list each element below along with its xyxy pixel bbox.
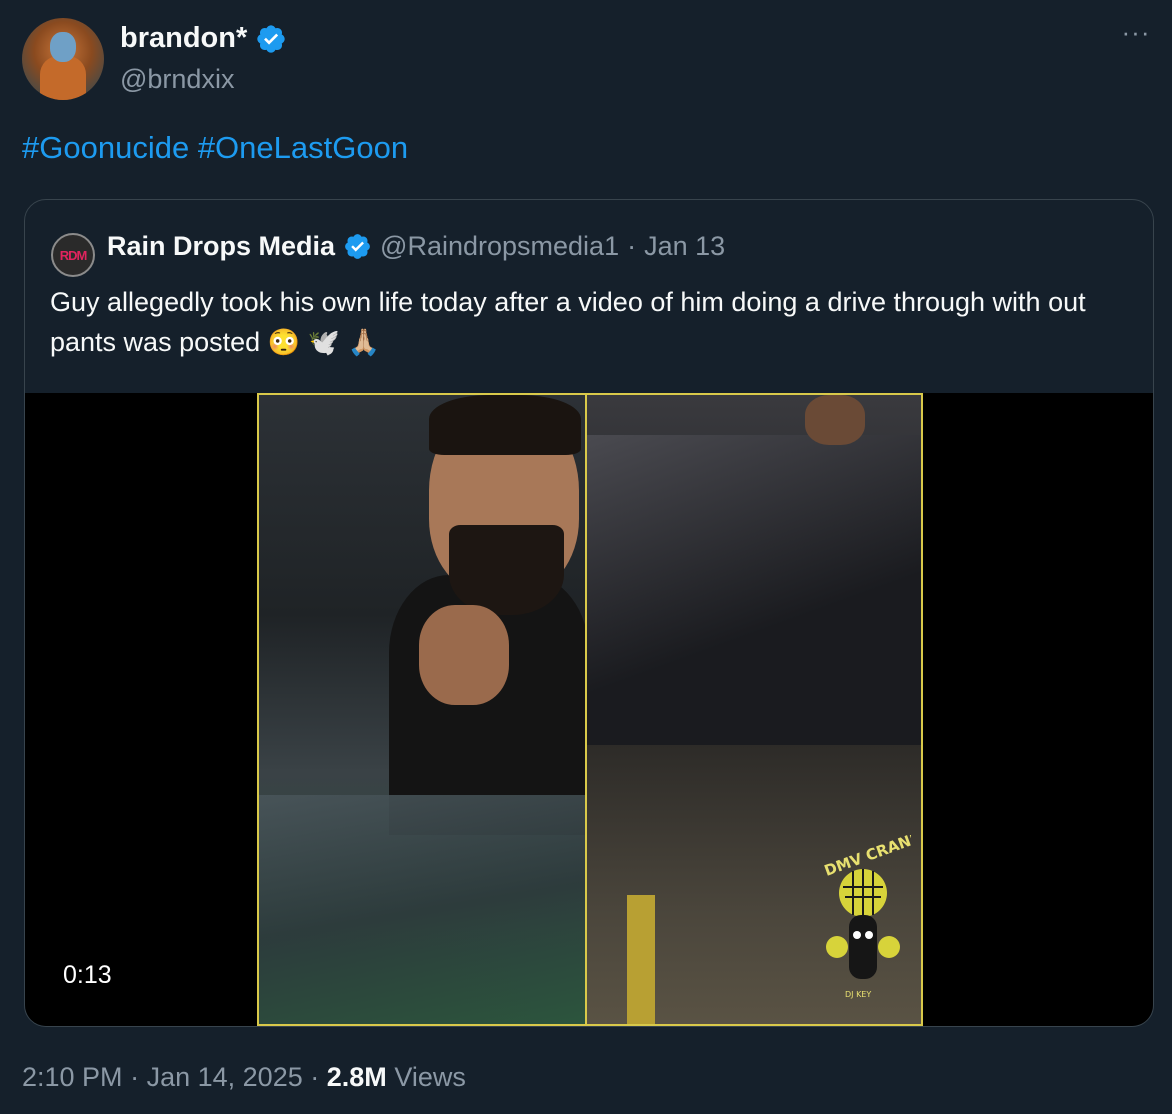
quote-header: Rain Drops Media @Raindropsmedia1 · Jan … xyxy=(107,231,725,262)
dove-emoji: 🕊️ xyxy=(307,327,340,357)
author-name-row[interactable]: brandon* xyxy=(120,22,287,55)
person-hand xyxy=(419,605,509,705)
tweet-text: #Goonucide #OneLastGoon xyxy=(22,130,408,166)
tweet-date[interactable]: Jan 14, 2025 xyxy=(147,1062,303,1092)
dmv-crank-watermark-icon: DMV CRANK DJ KEY xyxy=(822,835,911,999)
monkey-avatar-icon xyxy=(40,56,86,100)
author-handle[interactable]: @brndxix xyxy=(120,64,234,95)
car-window xyxy=(259,795,585,1024)
quote-body: Guy allegedly took his own life today af… xyxy=(50,287,1086,357)
person-beard xyxy=(449,525,564,615)
more-options-icon[interactable]: ··· xyxy=(1120,19,1152,50)
quote-separator: · xyxy=(627,231,637,261)
tweet-time[interactable]: 2:10 PM xyxy=(22,1062,123,1092)
quote-date[interactable]: Jan 13 xyxy=(644,231,725,262)
video-player[interactable]: DMV CRANK DJ KEY 0:13 xyxy=(25,393,1153,1026)
praying-hands-emoji: 🙏🏼 xyxy=(347,327,380,357)
quote-display-name[interactable]: Rain Drops Media xyxy=(107,231,335,262)
mirror-face xyxy=(805,395,865,445)
footer-separator: · xyxy=(310,1062,320,1092)
views-label: Views xyxy=(394,1062,466,1092)
verified-badge-icon xyxy=(257,24,285,53)
parking-line xyxy=(627,895,655,1024)
watermark-subtext: DJ KEY xyxy=(845,990,871,999)
person-hair xyxy=(429,395,581,455)
quote-avatar-logo: RDM xyxy=(59,247,88,263)
flushed-emoji: 😳 xyxy=(267,327,301,357)
quote-text: Guy allegedly took his own life today af… xyxy=(50,282,1140,362)
video-frame-left xyxy=(257,393,586,1026)
quoted-tweet-card[interactable]: RDM Rain Drops Media @Raindropsmedia1 · … xyxy=(24,199,1154,1027)
tweet-footer: 2:10 PM · Jan 14, 2025 · 2.8M Views xyxy=(22,1062,466,1093)
quote-handle[interactable]: @Raindropsmedia1 xyxy=(380,231,619,262)
car-side xyxy=(587,435,921,745)
video-frame-right: DMV CRANK DJ KEY xyxy=(586,393,923,1026)
author-avatar[interactable] xyxy=(22,18,104,100)
author-display-name[interactable]: brandon* xyxy=(120,22,247,55)
views-count[interactable]: 2.8M xyxy=(327,1062,387,1092)
hashtag-link[interactable]: #OneLastGoon xyxy=(198,130,408,165)
quote-avatar[interactable]: RDM xyxy=(51,233,95,277)
verified-badge-icon xyxy=(345,234,370,259)
avatar-face xyxy=(50,32,76,62)
hashtag-link[interactable]: #Goonucide xyxy=(22,130,189,165)
video-duration-badge: 0:13 xyxy=(53,955,122,995)
footer-separator: · xyxy=(130,1062,140,1092)
